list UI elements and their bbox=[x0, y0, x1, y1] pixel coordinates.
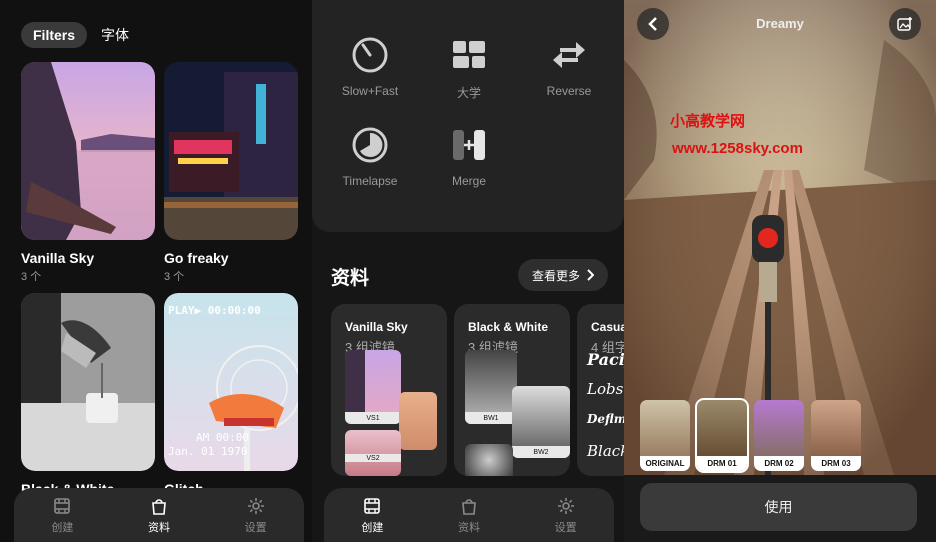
nav-create-label: 创建 bbox=[51, 521, 74, 534]
tool-college[interactable]: 大学 bbox=[419, 36, 519, 101]
speedometer-icon bbox=[352, 37, 388, 73]
filter-card-vanilla-sky[interactable] bbox=[21, 62, 155, 240]
go-freaky-image bbox=[164, 62, 298, 240]
filters-screen: Filters 字体 Vanilla Sky 3 个 Go freaky 3 个… bbox=[0, 0, 312, 542]
filter-thumb-label: DRM 01 bbox=[697, 456, 747, 471]
bag-icon bbox=[462, 498, 476, 515]
nav-settings[interactable]: 设置 bbox=[221, 496, 291, 535]
filter-thumbnails: ORIGINAL DRM 01 DRM 02 DRM 03 bbox=[640, 398, 861, 473]
card-count: 3 个 bbox=[164, 271, 185, 283]
resource-title: Black & White bbox=[468, 320, 549, 334]
tab-filters[interactable]: Filters bbox=[21, 22, 88, 48]
nav-library-label: 资料 bbox=[147, 521, 170, 534]
timelapse-icon bbox=[352, 127, 388, 163]
tool-label: Timelapse bbox=[342, 174, 398, 188]
tools-grid: Slow+Fast 大学 Reverse Timelapse Merge bbox=[312, 0, 624, 232]
chevron-right-icon bbox=[587, 269, 594, 281]
font-sample: Lobste bbox=[587, 380, 624, 398]
filter-thumb-original[interactable]: ORIGINAL bbox=[640, 400, 690, 471]
merge-icon bbox=[453, 130, 485, 160]
film-icon bbox=[54, 497, 71, 514]
nav-settings-label: 设置 bbox=[244, 521, 267, 534]
vs1-tag: VS1 bbox=[345, 412, 401, 424]
resource-card-vanilla-sky[interactable]: Vanilla Sky 3 组滤镜 VS1 VS2 bbox=[331, 304, 447, 476]
tool-label: Merge bbox=[451, 174, 486, 188]
nav-library[interactable]: 资料 bbox=[124, 496, 194, 535]
view-more-button[interactable]: 查看更多 bbox=[517, 259, 608, 291]
railway-photo: Dreamy 小高教学网 www.1258sky.com ORIGINAL DR… bbox=[624, 0, 936, 475]
reverse-arrows-icon bbox=[553, 42, 585, 68]
add-photo-button[interactable] bbox=[889, 8, 921, 40]
gear-icon bbox=[557, 497, 574, 514]
nav-create-label: 创建 bbox=[361, 521, 384, 534]
filter-thumb-drm01[interactable]: DRM 01 bbox=[695, 398, 749, 473]
glitch-image: PLAY▶ 00:00:00 AM 00:00 Jan. 01 1970 bbox=[164, 293, 298, 471]
vanilla-sky-image bbox=[21, 62, 155, 240]
glitch-date-label: Jan. 01 1970 bbox=[168, 445, 248, 458]
nav-create[interactable]: 创建 bbox=[27, 496, 97, 535]
card-count: 3 个 bbox=[21, 271, 42, 283]
filter-card-black-white[interactable] bbox=[21, 293, 155, 471]
filter-thumb-label: ORIGINAL bbox=[640, 456, 690, 471]
tool-slow-fast[interactable]: Slow+Fast bbox=[320, 36, 420, 98]
black-white-image bbox=[21, 293, 155, 471]
filter-editor-screen: Dreamy 小高教学网 www.1258sky.com ORIGINAL DR… bbox=[624, 0, 936, 542]
tool-reverse[interactable]: Reverse bbox=[519, 36, 619, 98]
nav-create[interactable]: 创建 bbox=[337, 496, 407, 535]
tool-label: Slow+Fast bbox=[341, 84, 399, 98]
gear-icon bbox=[247, 497, 264, 514]
image-add-icon bbox=[897, 17, 912, 31]
resource-title: Vanilla Sky bbox=[345, 320, 408, 334]
bw-portrait-thumbnail bbox=[465, 444, 513, 476]
nav-library[interactable]: 资料 bbox=[434, 496, 504, 535]
grid-layout-icon bbox=[453, 41, 485, 68]
nav-settings-label: 设置 bbox=[554, 521, 577, 534]
watermark-url: www.1258sky.com bbox=[672, 140, 803, 157]
tool-merge[interactable]: Merge bbox=[419, 126, 519, 188]
resource-card-black-white[interactable]: Black & White 3 组滤镜 BW1 BW2 bbox=[454, 304, 570, 476]
watermark-title: 小高教学网 bbox=[670, 113, 746, 130]
filter-thumb-drm03[interactable]: DRM 03 bbox=[811, 400, 861, 471]
bottom-nav: 创建 资料 设置 bbox=[14, 488, 304, 542]
filter-thumb-drm02[interactable]: DRM 02 bbox=[754, 400, 804, 471]
nav-settings[interactable]: 设置 bbox=[531, 496, 601, 535]
tool-timelapse[interactable]: Timelapse bbox=[320, 126, 420, 188]
font-sample: Black bbox=[587, 442, 624, 460]
resource-card-casual[interactable]: Casual 4 组字 Pacifi Lobste Deflm Black bbox=[577, 304, 624, 476]
tab-fonts[interactable]: 字体 bbox=[99, 22, 131, 48]
vs-thumbnail-back bbox=[399, 392, 437, 450]
tool-label: Reverse bbox=[546, 84, 592, 98]
card-title: Vanilla Sky bbox=[21, 250, 95, 266]
filter-card-go-freaky[interactable] bbox=[164, 62, 298, 240]
vs2-thumbnail: VS2 bbox=[345, 430, 401, 476]
bw2-thumbnail: BW2 bbox=[512, 386, 570, 458]
filter-thumb-label: DRM 02 bbox=[754, 456, 804, 471]
bottom-nav: 创建 资料 设置 bbox=[324, 488, 614, 542]
bw1-thumbnail: BW1 bbox=[465, 350, 517, 424]
font-sample: Pacifi bbox=[587, 350, 624, 369]
apply-button[interactable]: 使用 bbox=[640, 483, 917, 531]
vs1-thumbnail: VS1 bbox=[345, 350, 401, 424]
nav-library-label: 资料 bbox=[457, 521, 480, 534]
vs2-tag: VS2 bbox=[345, 454, 401, 462]
glitch-time-label: AM 00:00 bbox=[196, 431, 249, 444]
filter-card-glitch[interactable]: PLAY▶ 00:00:00 AM 00:00 Jan. 01 1970 bbox=[164, 293, 298, 471]
filter-thumb-label: DRM 03 bbox=[811, 456, 861, 471]
glitch-play-label: PLAY▶ 00:00:00 bbox=[168, 304, 261, 317]
tool-label: 大学 bbox=[456, 86, 481, 100]
bw2-tag: BW2 bbox=[512, 446, 570, 458]
create-screen: Slow+Fast 大学 Reverse Timelapse Merge 资料 … bbox=[312, 0, 624, 542]
resource-title: Casual bbox=[591, 320, 624, 334]
view-more-label: 查看更多 bbox=[531, 268, 580, 283]
bag-icon bbox=[152, 498, 166, 515]
film-icon bbox=[364, 497, 381, 514]
filter-tabs: Filters 字体 bbox=[21, 22, 131, 48]
card-title: Go freaky bbox=[164, 250, 229, 266]
font-sample: Deflm bbox=[587, 412, 624, 426]
bw1-tag: BW1 bbox=[465, 412, 517, 424]
section-title: 资料 bbox=[331, 268, 370, 289]
